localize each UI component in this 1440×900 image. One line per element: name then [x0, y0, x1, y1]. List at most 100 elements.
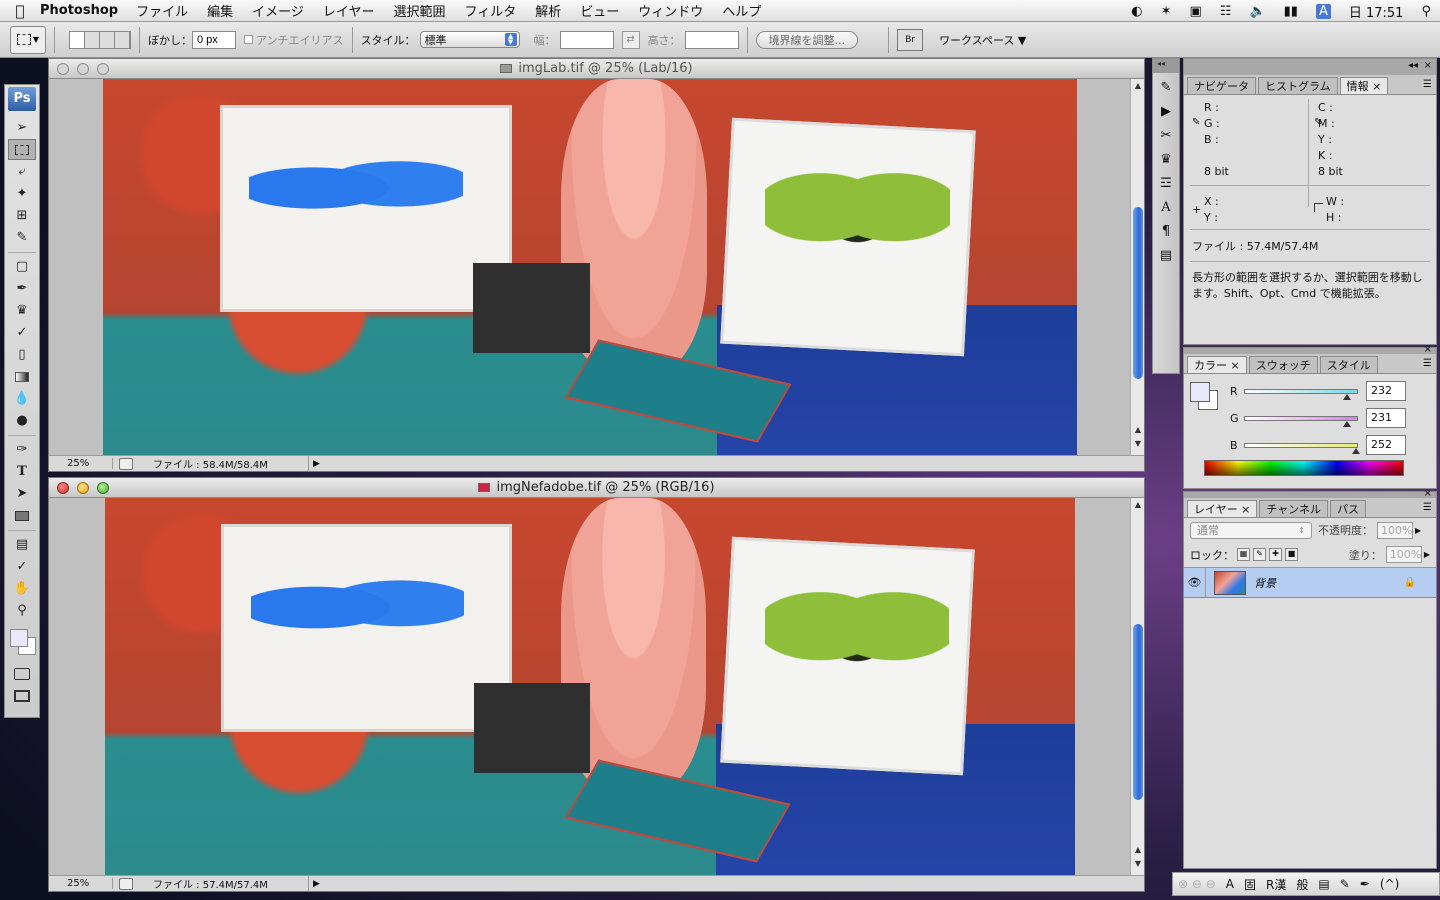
apple-menu-icon[interactable]: 	[0, 2, 40, 20]
brush-tool-icon[interactable]: ✒	[8, 278, 36, 299]
document-image[interactable]	[103, 79, 1077, 455]
refine-edge-button[interactable]: 境界線を調整...	[755, 30, 859, 49]
scroll-up-arrow-icon[interactable]: ▲	[1132, 81, 1144, 90]
opacity-arrow-icon[interactable]: ▶	[1415, 526, 1421, 535]
eyedropper-icon[interactable]: ✎	[1314, 117, 1322, 128]
antialias-checkbox[interactable]	[244, 35, 253, 44]
minimize-button[interactable]	[77, 482, 89, 494]
hand-tool-icon[interactable]: ✋	[8, 578, 36, 599]
zoom-button[interactable]	[97, 63, 109, 75]
lock-all-icon[interactable]: ■	[1285, 548, 1298, 561]
input-mode-icon[interactable]: A	[1315, 3, 1331, 19]
scroll-down-arrow-icon[interactable]: ▼	[1132, 859, 1144, 868]
slider-knob-icon[interactable]	[1351, 447, 1360, 454]
tab-channels[interactable]: チャンネル	[1259, 500, 1329, 517]
panel-menu-icon[interactable]: ☰	[1423, 358, 1432, 369]
canvas-area[interactable]	[49, 79, 1144, 455]
photoshop-logo[interactable]: Ps	[8, 87, 36, 111]
add-selection-button[interactable]	[85, 31, 100, 48]
panel-header[interactable]: ◂◂ ×	[1184, 59, 1436, 75]
scroll-up-arrow-icon[interactable]: ▲	[1132, 500, 1144, 509]
ime-mode-alpha[interactable]: A	[1226, 877, 1234, 891]
slider-knob-icon[interactable]	[1342, 393, 1351, 400]
channel-slider-track[interactable]	[1244, 388, 1358, 400]
notes-tool-icon[interactable]: ▤	[8, 534, 36, 555]
fill-arrow-icon[interactable]: ▶	[1424, 550, 1430, 559]
paragraph-panel-icon[interactable]: ¶	[1155, 221, 1177, 241]
layer-row[interactable]: 👁 背景 🔒	[1184, 567, 1436, 598]
channel-slider-track[interactable]	[1244, 415, 1358, 427]
status-icon[interactable]	[119, 457, 133, 470]
tab-color[interactable]: カラー ×	[1187, 356, 1247, 373]
channel-value-input[interactable]: 231	[1366, 408, 1406, 428]
eyedropper-tool-icon[interactable]: ✎	[8, 227, 36, 248]
channel-value-input[interactable]: 232	[1366, 381, 1406, 401]
foreground-color-swatch[interactable]	[10, 629, 28, 647]
character-panel-icon[interactable]: A	[1155, 197, 1177, 217]
bridge-icon[interactable]: Br	[897, 28, 924, 51]
move-tool-icon[interactable]: ➢	[8, 117, 36, 138]
lock-pixels-icon[interactable]: ✎	[1253, 548, 1266, 561]
screen-mode-icon[interactable]	[8, 685, 36, 706]
channel-slider-track[interactable]	[1244, 442, 1360, 454]
menu-layer[interactable]: レイヤー	[323, 1, 375, 20]
layer-name[interactable]: 背景	[1254, 575, 1404, 591]
workspace-menu[interactable]: ワークスペース ▼	[939, 32, 1026, 48]
eraser-tool-icon[interactable]: ▯	[8, 344, 36, 365]
marquee-tool-icon[interactable]	[8, 139, 36, 160]
tab-histogram[interactable]: ヒストグラム	[1258, 77, 1338, 94]
volume-icon[interactable]: 🔈	[1249, 4, 1265, 19]
swap-icon[interactable]: ⇄	[621, 30, 640, 49]
layer-comps-icon[interactable]: ▤	[1155, 245, 1177, 265]
spotlight-icon[interactable]: ⚲	[1421, 4, 1431, 19]
type-tool-icon[interactable]: T	[8, 461, 36, 482]
close-icon[interactable]: ×	[1424, 60, 1432, 71]
pen-icon[interactable]: ✒	[1360, 877, 1370, 891]
menu-select[interactable]: 選択範囲	[394, 1, 446, 20]
eyedropper-icon[interactable]: ✎	[1192, 117, 1200, 128]
menu-file[interactable]: ファイル	[136, 1, 188, 20]
healing-brush-tool-icon[interactable]: ▢	[8, 256, 36, 277]
eyedropper-sample-tool-icon[interactable]: ✓	[8, 556, 36, 577]
visibility-eye-icon[interactable]: 👁	[1184, 567, 1206, 598]
dictionary-icon[interactable]: ▤	[1318, 877, 1329, 891]
tool-preset-picker[interactable]: ▼	[10, 25, 46, 54]
tab-styles[interactable]: スタイル	[1319, 356, 1378, 373]
canvas-area[interactable]	[49, 498, 1144, 875]
slider-knob-icon[interactable]	[1342, 420, 1351, 427]
bluetooth-icon[interactable]: ✶	[1161, 4, 1172, 19]
history-icon[interactable]: ☲	[1155, 173, 1177, 193]
lasso-tool-icon[interactable]: ⤶	[8, 161, 36, 182]
fill-input[interactable]: 100%	[1385, 546, 1422, 563]
collapse-icon[interactable]: ◂◂	[1408, 60, 1418, 71]
opacity-input[interactable]: 100%	[1377, 521, 1413, 539]
color-swatches[interactable]	[8, 625, 36, 659]
scroll-thumb[interactable]	[1133, 207, 1143, 379]
menu-help[interactable]: ヘルプ	[722, 1, 761, 20]
panel-menu-icon[interactable]: ☰	[1423, 79, 1432, 90]
document-titlebar[interactable]: imgNefadobe.tif @ 25% (RGB/16)	[49, 478, 1144, 498]
pen-tool-icon[interactable]: ✑	[8, 439, 36, 460]
close-button[interactable]	[57, 63, 69, 75]
path-selection-tool-icon[interactable]: ➤	[8, 483, 36, 504]
document-window-lab[interactable]: imgLab.tif @ 25% (Lab/16) ▲ ▲ ▼ 25% ファイル…	[48, 58, 1145, 472]
tool-presets-icon[interactable]: ✂	[1155, 125, 1177, 145]
actions-panel-icon[interactable]: ▶	[1155, 101, 1177, 121]
stamp-tool-icon[interactable]: ♛	[8, 300, 36, 321]
tab-swatches[interactable]: スウォッチ	[1248, 356, 1318, 373]
quick-mask-icon[interactable]	[8, 663, 36, 684]
app-menu[interactable]: Photoshop	[40, 3, 118, 18]
history-brush-tool-icon[interactable]: ✓	[8, 322, 36, 343]
ime-mode-fixed[interactable]: 固	[1244, 876, 1256, 893]
zoom-tool-icon[interactable]: ⚲	[8, 600, 36, 621]
menu-analysis[interactable]: 解析	[535, 1, 561, 20]
minimize-button[interactable]	[77, 63, 89, 75]
panel-menu-icon[interactable]: ☰	[1423, 502, 1432, 513]
crop-tool-icon[interactable]: ⊞	[8, 205, 36, 226]
ime-mode-general[interactable]: 般	[1296, 876, 1308, 893]
dock-header[interactable]: ◂◂	[1153, 59, 1179, 73]
notes-icon[interactable]: ✎	[1340, 877, 1350, 891]
width-input[interactable]	[559, 30, 614, 49]
vertical-scrollbar[interactable]: ▲ ▲ ▼	[1130, 498, 1144, 875]
status-icon[interactable]	[119, 877, 133, 890]
